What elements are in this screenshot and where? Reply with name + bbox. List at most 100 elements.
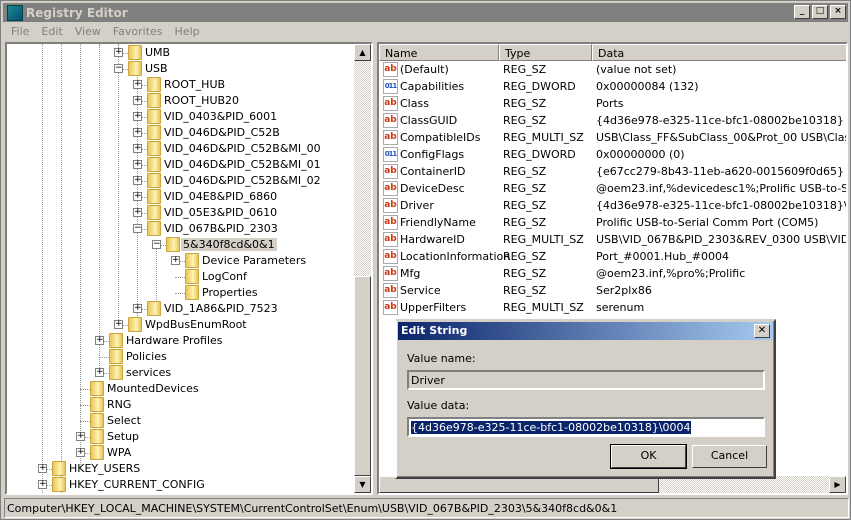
expand-icon[interactable]: + (95, 368, 104, 377)
value-name: FriendlyName (400, 216, 476, 229)
value-row[interactable]: ab CompatibleIDs REG_MULTI_SZ USB\Class_FF&… (379, 129, 846, 146)
value-row[interactable]: ab ClassGUID REG_SZ {4d36e978-e325-11ce-bfc… (379, 112, 846, 129)
tree-node[interactable]: + ROOT_HUB (7, 77, 355, 93)
tree-node[interactable]: Policies (7, 349, 355, 365)
maximize-button[interactable]: □ (812, 5, 828, 19)
expand-icon[interactable]: + (114, 320, 123, 329)
tree-node[interactable]: Properties (7, 285, 355, 301)
folder-icon (109, 333, 123, 348)
expand-icon[interactable]: + (133, 192, 142, 201)
tree-node[interactable]: + VID_046D&PID_C52B (7, 125, 355, 141)
folder-icon (147, 173, 161, 188)
tree-node-label: VID_046D&PID_C52B (164, 126, 280, 139)
expand-icon[interactable]: + (114, 48, 123, 57)
ok-button[interactable]: OK (610, 444, 687, 469)
tree-node[interactable]: − VID_067B&PID_2303 (7, 221, 355, 237)
tree-node[interactable]: + services (7, 365, 355, 381)
expand-icon[interactable]: + (133, 176, 142, 185)
tree-node[interactable]: + VID_1A86&PID_7523 (7, 301, 355, 317)
menu-help[interactable]: Help (169, 23, 206, 41)
string-value-icon: ab (383, 62, 398, 77)
tree-node[interactable]: MountedDevices (7, 381, 355, 397)
close-button[interactable]: × (830, 5, 846, 19)
tree-node[interactable]: + HKEY_CURRENT_CONFIG (7, 477, 355, 493)
value-row[interactable]: ab LocationInformation REG_SZ Port_#0001.Hu… (379, 248, 846, 265)
value-row[interactable]: 011 ConfigFlags REG_DWORD 0x00000000 (0) (379, 146, 846, 163)
expand-icon[interactable]: + (38, 480, 47, 489)
dialog-close-button[interactable]: ✕ (754, 324, 770, 338)
scroll-down-button[interactable]: ▼ (354, 476, 371, 493)
expand-icon[interactable]: + (76, 432, 85, 441)
tree-node[interactable]: + Hardware Profiles (7, 333, 355, 349)
collapse-icon[interactable]: − (152, 240, 161, 249)
column-header-type[interactable]: Type (499, 44, 592, 61)
tree-node[interactable]: − USB (7, 61, 355, 77)
value-row[interactable]: ab UpperFilters REG_MULTI_SZ serenum (379, 299, 846, 316)
collapse-icon[interactable]: − (114, 64, 123, 73)
tree-node[interactable]: + HKEY_USERS (7, 461, 355, 477)
expand-icon[interactable]: + (133, 128, 142, 137)
value-row[interactable]: ab FriendlyName REG_SZ Prolific USB-to-Seri… (379, 214, 846, 231)
cancel-button[interactable]: Cancel (692, 445, 767, 468)
value-row[interactable]: ab Driver REG_SZ {4d36e978-e325-11ce-bfc1-0… (379, 197, 846, 214)
tree-node[interactable]: + ROOT_HUB20 (7, 93, 355, 109)
value-row[interactable]: ab Mfg REG_SZ @oem23.inf,%pro%;Prolific (379, 265, 846, 282)
expand-icon[interactable]: + (133, 80, 142, 89)
expand-icon[interactable]: + (133, 96, 142, 105)
tree-node[interactable]: + VID_05E3&PID_0610 (7, 205, 355, 221)
expand-icon[interactable]: + (76, 448, 85, 457)
value-row[interactable]: 011 Capabilities REG_DWORD 0x00000084 (132) (379, 78, 846, 95)
value-row[interactable]: ab DeviceDesc REG_SZ @oem23.inf,%devicedesc… (379, 180, 846, 197)
column-header-data[interactable]: Data (592, 44, 846, 61)
value-data-field[interactable]: {4d36e978-e325-11ce-bfc1-08002be10318}\0… (407, 417, 765, 437)
tree-node-label: VID_0403&PID_6001 (164, 110, 278, 123)
tree-node[interactable]: + WpdBusEnumRoot (7, 317, 355, 333)
tree-node[interactable]: + VID_046D&PID_C52B&MI_00 (7, 141, 355, 157)
scroll-right-button[interactable]: ▶ (829, 476, 846, 493)
registry-editor-app-icon (7, 4, 23, 21)
edit-string-dialog: Edit String ✕ Value name: Driver Value d… (395, 319, 776, 479)
tree-node[interactable]: Select (7, 413, 355, 429)
collapse-icon[interactable]: − (133, 224, 142, 233)
tree-node[interactable]: + VID_04E8&PID_6860 (7, 189, 355, 205)
tree-node[interactable]: + WPA (7, 445, 355, 461)
expand-icon[interactable]: + (95, 336, 104, 345)
expand-icon[interactable]: + (133, 304, 142, 313)
expand-icon[interactable]: + (133, 208, 142, 217)
expand-icon[interactable]: + (133, 160, 142, 169)
tree-node[interactable]: + Device Parameters (7, 253, 355, 269)
tree-node[interactable]: + VID_046D&PID_C52B&MI_02 (7, 173, 355, 189)
folder-icon (185, 285, 199, 300)
value-row[interactable]: ab ContainerID REG_SZ {e67cc279-8b43-11eb-a… (379, 163, 846, 180)
tree-node[interactable]: − 5&340f8cd&0&1 (7, 237, 355, 253)
value-name: DeviceDesc (400, 182, 465, 195)
menu-file[interactable]: File (5, 23, 35, 41)
value-row[interactable]: ab Service REG_SZ Ser2plx86 (379, 282, 846, 299)
tree-node-label: MountedDevices (107, 382, 199, 395)
value-row[interactable]: ab (Default) REG_SZ (value not set) (379, 61, 846, 78)
scroll-up-button[interactable]: ▲ (354, 44, 371, 61)
tree-vertical-scrollbar[interactable]: ▲ ▼ (354, 44, 371, 493)
expand-icon[interactable]: + (133, 112, 142, 121)
tree-node[interactable]: LogConf (7, 269, 355, 285)
tree-node[interactable]: RNG (7, 397, 355, 413)
tree-scroll-thumb[interactable] (354, 276, 371, 476)
menu-favorites[interactable]: Favorites (107, 23, 169, 41)
value-data: Port_#0001.Hub_#0004 (596, 250, 729, 263)
menu-view[interactable]: View (69, 23, 107, 41)
expand-icon[interactable]: + (171, 256, 180, 265)
expand-icon[interactable]: + (133, 144, 142, 153)
column-header-name[interactable]: Name (379, 44, 499, 61)
value-row[interactable]: ab Class REG_SZ Ports (379, 95, 846, 112)
expand-icon[interactable]: + (38, 464, 47, 473)
minimize-button[interactable]: _ (794, 5, 810, 19)
tree-node[interactable]: + VID_0403&PID_6001 (7, 109, 355, 125)
string-value-icon: ab (383, 215, 398, 230)
registry-tree[interactable]: ▲ ▼ + UMB − USB + ROOT_HUB + ROOT_HUB20 + VID_040… (5, 42, 373, 495)
tree-node[interactable]: + UMB (7, 45, 355, 61)
menu-edit[interactable]: Edit (35, 23, 68, 41)
tree-node[interactable]: + VID_046D&PID_C52B&MI_01 (7, 157, 355, 173)
string-value-icon: ab (383, 130, 398, 145)
tree-node[interactable]: + Setup (7, 429, 355, 445)
value-row[interactable]: ab HardwareID REG_MULTI_SZ USB\VID_067B&PID… (379, 231, 846, 248)
